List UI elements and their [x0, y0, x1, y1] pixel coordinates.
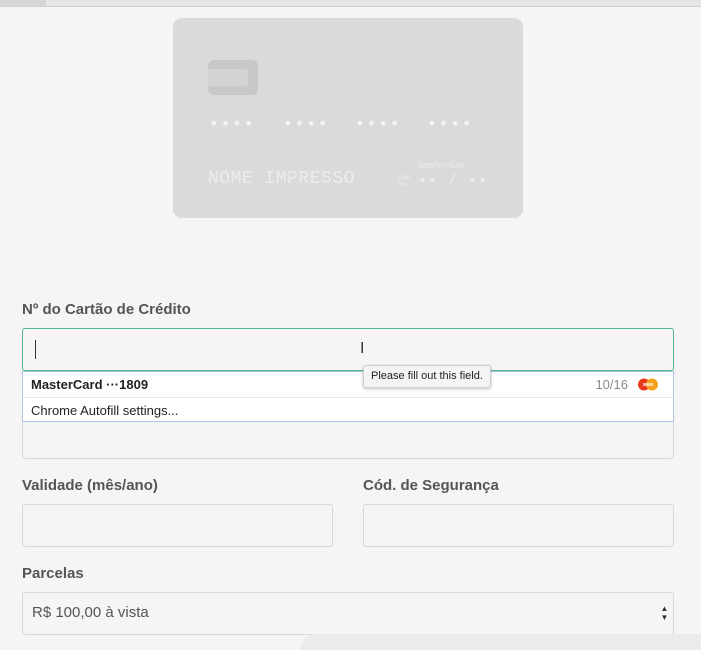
- autofill-settings-link[interactable]: Chrome Autofill settings...: [31, 403, 178, 418]
- text-cursor-icon: I: [360, 340, 365, 357]
- installments-selected-value: R$ 100,00 à vista: [32, 604, 149, 621]
- card-expiry-placeholder: •• / ••: [418, 173, 489, 190]
- autofill-card-label: MasterCard ···1809: [31, 377, 149, 392]
- card-validity-caption: MONTH/YEAR: [418, 163, 465, 170]
- browser-top-bar: [0, 0, 701, 7]
- card-chip-icon: [208, 60, 258, 95]
- autofill-card-expiry: 10/16: [595, 377, 628, 392]
- text-caret: [35, 340, 36, 359]
- card-name-placeholder: NOME IMPRESSO: [208, 169, 355, 189]
- mastercard-logo-icon: [638, 378, 658, 391]
- security-code-input[interactable]: [363, 504, 674, 547]
- card-valid-thru-caption: valid thru: [398, 175, 411, 188]
- card-number-group-2: ••••: [283, 114, 330, 133]
- browser-tab[interactable]: [0, 0, 46, 6]
- card-number-input[interactable]: I: [22, 328, 674, 371]
- credit-card-preview: •••• •••• •••• •••• NOME IMPRESSO MONTH/…: [173, 18, 523, 218]
- page-edge-shadow: [300, 634, 701, 650]
- autofill-dropdown: MasterCard ···1809 10/16 Chrome Autofill…: [22, 371, 674, 422]
- security-code-label: Cód. de Segurança: [363, 477, 499, 494]
- validity-label: Validade (mês/ano): [22, 477, 158, 494]
- select-arrows-icon: ▲ ▼: [660, 604, 669, 622]
- card-number-label: Nº do Cartão de Crédito: [22, 301, 191, 318]
- validity-input[interactable]: [22, 504, 333, 547]
- installments-select[interactable]: R$ 100,00 à vista ▲ ▼: [22, 592, 674, 635]
- autofill-card-suggestion[interactable]: MasterCard ···1809 10/16: [23, 372, 673, 398]
- card-number-group-1: ••••: [209, 114, 256, 133]
- card-number-group-3: ••••: [355, 114, 402, 133]
- installments-label: Parcelas: [22, 565, 84, 582]
- validation-tooltip: Please fill out this field.: [363, 365, 491, 388]
- card-number-group-4: ••••: [427, 114, 474, 133]
